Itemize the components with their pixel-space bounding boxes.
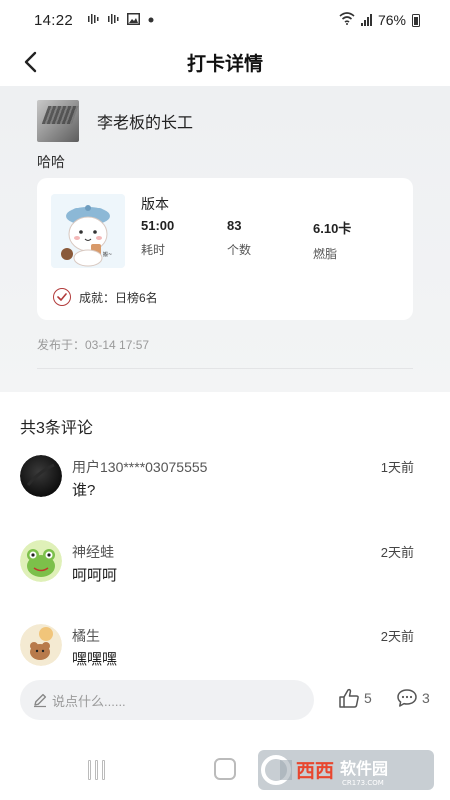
record-name: 版本: [141, 196, 169, 212]
notification-icon: [107, 13, 119, 28]
page-title: 打卡详情: [186, 53, 263, 75]
svg-text:搬~: 搬~: [103, 251, 112, 258]
like-button[interactable]: 5: [338, 688, 372, 708]
battery-percent: 76%: [377, 12, 406, 28]
signal-icon: [360, 14, 372, 26]
comment-time: 1天前: [380, 460, 414, 475]
svg-text:软件园: 软件园: [340, 759, 388, 778]
post-card: 李老板的长工 哈哈 搬~ 版本 51:00 耗时 83 个数 6.10卡 燃脂 …: [0, 86, 450, 392]
stat-label: 燃脂: [313, 247, 338, 261]
author-avatar[interactable]: [37, 100, 79, 142]
stat-value: 83: [227, 218, 242, 233]
comment-user[interactable]: 神经蛙: [72, 542, 114, 562]
chevron-left-icon: [24, 51, 37, 73]
comment-item[interactable]: 神经蛙 呵呵呵 2天前: [20, 540, 414, 600]
dot-icon: [148, 14, 154, 26]
stat-value: 6.10卡: [313, 221, 352, 236]
post-text: 哈哈: [37, 154, 65, 170]
svg-text:西西: 西西: [296, 760, 334, 782]
comment-text: 谁?: [72, 482, 96, 499]
publish-time: 发布于：03-14 17:57: [37, 338, 150, 352]
status-icons-right: 76%: [339, 12, 420, 28]
status-bar: 14:22 76%: [0, 0, 450, 40]
status-icons-left: [87, 12, 154, 28]
author-name[interactable]: 李老板的长工: [97, 109, 193, 133]
comment-time: 2天前: [380, 545, 414, 560]
comment-count: 3: [422, 690, 430, 706]
sticker-image: 搬~: [51, 194, 125, 268]
stat-label: 耗时: [141, 243, 166, 257]
comment-avatar[interactable]: [20, 540, 62, 582]
achievement-text: 成就：日榜6名: [79, 290, 158, 305]
comment-text: 嘿嘿嘿: [72, 651, 118, 668]
pencil-icon: [34, 693, 47, 708]
battery-icon: [412, 13, 420, 27]
speech-bubble-icon: [397, 689, 417, 707]
author-row[interactable]: 李老板的长工: [37, 100, 193, 142]
comment-user[interactable]: 用户130****03075555: [72, 457, 207, 477]
gallery-icon: [127, 12, 141, 28]
back-button[interactable]: [14, 46, 46, 78]
comment-time: 2天前: [380, 629, 414, 644]
stat-value: 51:00: [141, 218, 175, 233]
like-count: 5: [364, 690, 372, 706]
comment-text: 呵呵呵: [72, 567, 118, 584]
check-circle-icon: [53, 288, 71, 306]
comment-input[interactable]: 说点什么......: [20, 680, 314, 720]
comment-input-placeholder: 说点什么......: [52, 693, 126, 709]
thumbs-up-icon: [339, 688, 359, 708]
comment-item[interactable]: 用户130****03075555 谁? 1天前: [20, 455, 414, 515]
record-card: 搬~ 版本 51:00 耗时 83 个数 6.10卡 燃脂 成就：日榜6名: [37, 178, 413, 320]
divider: [37, 368, 413, 369]
stat-duration: 51:00 耗时: [141, 218, 174, 258]
stat-count: 83 个数: [227, 218, 251, 258]
svg-text:CR173.COM: CR173.COM: [342, 779, 384, 787]
comment-avatar[interactable]: [20, 624, 62, 666]
stat-calories: 6.10卡 燃脂: [313, 218, 351, 262]
status-time: 14:22: [34, 11, 74, 29]
stat-label: 个数: [227, 243, 252, 257]
notification-icon: [87, 13, 99, 28]
comment-button[interactable]: 3: [396, 688, 430, 708]
comment-user[interactable]: 橘生: [72, 626, 100, 646]
home-button[interactable]: [214, 758, 236, 780]
bottom-action-bar: 说点什么...... 5 3: [0, 668, 450, 734]
recent-apps-button[interactable]: [88, 760, 105, 780]
comments-title: 共3条评论: [20, 420, 93, 437]
comment-avatar[interactable]: [20, 455, 62, 497]
site-watermark-logo: 西西 软件园 CR173.COM: [258, 750, 434, 790]
wifi-icon: [339, 12, 355, 28]
header: 打卡详情: [0, 40, 450, 84]
achievement: 成就：日榜6名: [53, 288, 158, 306]
